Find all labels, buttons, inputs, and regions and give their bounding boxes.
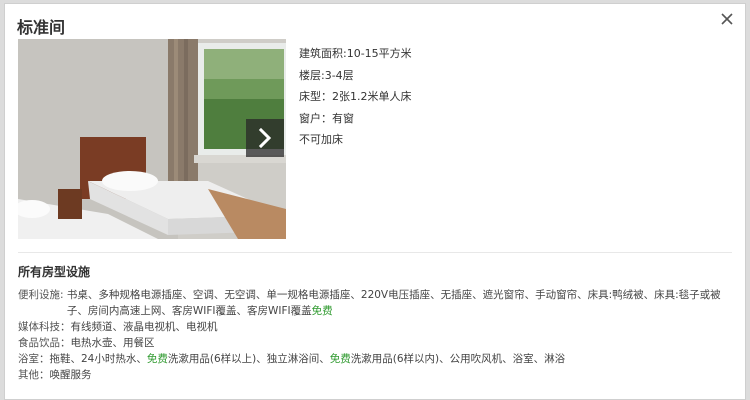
extra-bed-info: 不可加床 <box>299 133 343 146</box>
facility-label: 媒体科技： <box>18 321 71 333</box>
facility-row-bath: 浴室： 拖鞋、24小时热水、免费洗漱用品(6样以上)、独立淋浴间、免费洗漱用品(… <box>18 351 738 367</box>
close-icon[interactable] <box>718 10 736 28</box>
next-photo-button[interactable] <box>246 119 284 157</box>
facility-value: 唤醒服务 <box>49 369 92 381</box>
facilities-section-title: 所有房型设施 <box>18 265 91 279</box>
facilities-list: 便利设施: 书桌、多种规格电源插座、空调、无空调、单一规格电源插座、220V电压… <box>18 287 738 383</box>
free-badge: 免费 <box>311 305 333 317</box>
bed-type: 床型：2张1.2米单人床 <box>299 90 412 103</box>
facility-row-food: 食品饮品： 电热水壶、用餐区 <box>18 335 738 351</box>
facility-value: 有线频道、液晶电视机、电视机 <box>70 321 218 333</box>
facility-text: 洗漱用品(6样以上)、独立淋浴间、 <box>167 353 330 365</box>
divider <box>18 252 732 253</box>
facility-text: 子、房间内高速上网、客房WIFI覆盖、客房WIFI覆盖 <box>66 305 312 317</box>
facility-text: 洗漱用品(6样以内)、公用吹风机、浴室、淋浴 <box>350 353 566 365</box>
facility-value: 拖鞋、24小时热水、免费洗漱用品(6样以上)、独立淋浴间、免费洗漱用品(6样以内… <box>50 351 739 367</box>
dialog-title: 标准间 <box>17 18 66 37</box>
window-info: 窗户：有窗 <box>299 111 354 125</box>
facility-label: 便利设施: <box>18 289 67 301</box>
chevron-right-icon <box>258 127 272 149</box>
facility-value: 书桌、多种规格电源插座、空调、无空调、单一规格电源插座、220V电压插座、无插座… <box>67 287 738 319</box>
facility-text: 书桌、多种规格电源插座、空调、无空调、单一规格电源插座、220V电压插座、无插座… <box>66 289 721 301</box>
facility-label: 食品饮品： <box>18 337 71 349</box>
facility-row-convenience: 便利设施: 书桌、多种规格电源插座、空调、无空调、单一规格电源插座、220V电压… <box>18 287 738 319</box>
room-area: 建筑面积:10-15平方米 <box>299 47 412 60</box>
room-info: 建筑面积:10-15平方米 楼层:3-4层 床型：2张1.2米单人床 窗户：有窗… <box>299 43 412 151</box>
facility-label: 其他： <box>18 369 50 381</box>
room-detail-dialog: 标准间 建筑面积:10-15平方米 楼层:3-4层 床型：2张1.2米单人床 窗… <box>4 3 746 400</box>
facility-row-other: 其他： 唤醒服务 <box>18 367 738 383</box>
free-badge: 免费 <box>329 353 351 365</box>
facility-row-media: 媒体科技： 有线频道、液晶电视机、电视机 <box>18 319 738 335</box>
free-badge: 免费 <box>146 353 168 365</box>
facility-value: 电热水壶、用餐区 <box>70 337 155 349</box>
facility-label: 浴室： <box>18 353 50 365</box>
facility-text: 拖鞋、24小时热水、 <box>49 353 147 365</box>
room-photo <box>18 39 286 239</box>
room-floor: 楼层:3-4层 <box>299 68 354 82</box>
